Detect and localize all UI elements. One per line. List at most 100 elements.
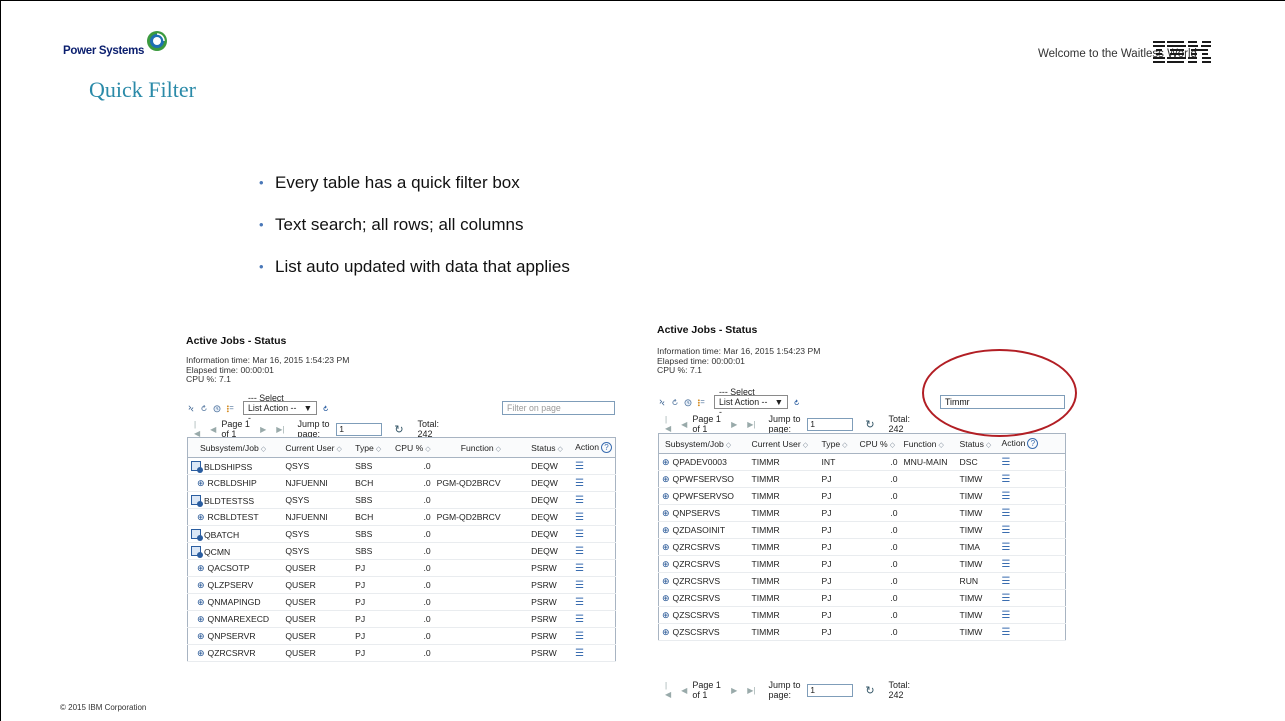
list-action-select[interactable]: --- Select List Action --- ▼ (243, 393, 318, 423)
table-row[interactable]: ⊕ QZDASOINIT TIMMR PJ .0 TIMW ☰ (658, 521, 1066, 539)
table-row[interactable]: ⊕ QNPSERVR QUSER PJ .0 PSRW ☰ (187, 627, 616, 645)
column-header-job[interactable]: Subsystem/Job ◇ (658, 433, 749, 454)
go-page-icon[interactable]: ↻ (865, 684, 874, 697)
column-header-user[interactable]: Current User ◇ (748, 433, 819, 454)
action-menu-icon[interactable]: ☰ (1002, 508, 1011, 519)
column-header-status[interactable]: Status ◇ (528, 437, 573, 458)
cell-job[interactable]: ⊕ QPWFSERVSO (658, 470, 749, 488)
cell-job[interactable]: ⊕ QZRCSRVR (187, 644, 283, 662)
cell-job[interactable]: ⊕ QNMAREXECD (187, 610, 283, 628)
action-menu-icon[interactable]: ☰ (1002, 610, 1011, 621)
cell-job[interactable]: BLDSHIPSS (187, 457, 283, 475)
cell-job[interactable]: ⊕ QZSCSRVS (658, 606, 749, 624)
prev-page-icon[interactable]: ◀ (681, 420, 687, 429)
timer-icon[interactable] (684, 396, 692, 409)
cell-action[interactable]: ☰ (998, 521, 1066, 539)
table-row[interactable]: BLDSHIPSS QSYS SBS .0 DEQW ☰ (187, 457, 616, 475)
action-menu-icon[interactable]: ☰ (1002, 542, 1011, 553)
jump-to-page-input[interactable]: 1 (336, 422, 383, 436)
action-menu-icon[interactable]: ☰ (1002, 576, 1011, 587)
cell-action[interactable]: ☰ (998, 555, 1066, 573)
table-row[interactable]: ⊕ QZRCSRVS TIMMR PJ .0 TIMA ☰ (658, 538, 1066, 556)
cell-job[interactable]: ⊕ RCBLDTEST (187, 508, 283, 526)
action-menu-icon[interactable]: ☰ (575, 597, 584, 608)
cell-job[interactable]: ⊕ QPWFSERVSO (658, 487, 749, 505)
column-header-function[interactable]: Function ◇ (433, 437, 529, 458)
table-row[interactable]: ⊕ QNMAREXECD QUSER PJ .0 PSRW ☰ (187, 610, 616, 628)
help-icon[interactable]: ? (1027, 438, 1039, 449)
table-row[interactable]: ⊕ QZRCSRVR QUSER PJ .0 PSRW ☰ (187, 644, 616, 662)
next-page-icon[interactable]: ▶ (731, 420, 737, 429)
last-page-icon[interactable]: ▶| (747, 686, 755, 695)
cell-job[interactable]: ⊕ QLZPSERV (187, 576, 283, 594)
table-row[interactable]: ⊕ QZRCSRVS TIMMR PJ .0 TIMW ☰ (658, 555, 1066, 573)
cell-job[interactable]: ⊕ QZSCSRVS (658, 623, 749, 641)
action-menu-icon[interactable]: ☰ (575, 614, 584, 625)
cell-job[interactable]: ⊕ QACSOTP (187, 559, 283, 577)
cell-action[interactable]: ☰ (998, 589, 1066, 607)
columns-config-icon[interactable] (226, 402, 234, 415)
cell-action[interactable]: ☰ (572, 525, 616, 543)
last-page-icon[interactable]: ▶| (276, 425, 284, 434)
table-row[interactable]: ⊕ QNMAPINGD QUSER PJ .0 PSRW ☰ (187, 593, 616, 611)
help-icon[interactable]: ? (601, 442, 612, 453)
cell-action[interactable]: ☰ (572, 610, 616, 628)
column-header-user[interactable]: Current User ◇ (282, 437, 353, 458)
action-menu-icon[interactable]: ☰ (575, 461, 584, 472)
action-menu-icon[interactable]: ☰ (575, 563, 584, 574)
cell-job[interactable]: ⊕ QNMAPINGD (187, 593, 283, 611)
first-page-icon[interactable]: |◀ (194, 420, 200, 438)
go-refresh-icon[interactable] (322, 402, 330, 415)
action-menu-icon[interactable]: ☰ (1002, 474, 1011, 485)
cell-action[interactable]: ☰ (998, 606, 1066, 624)
cell-action[interactable]: ☰ (998, 470, 1066, 488)
last-page-icon[interactable]: ▶| (747, 420, 755, 429)
action-menu-icon[interactable]: ☰ (1002, 559, 1011, 570)
action-menu-icon[interactable]: ☰ (1002, 593, 1011, 604)
next-page-icon[interactable]: ▶ (731, 686, 737, 695)
action-menu-icon[interactable]: ☰ (575, 529, 584, 540)
action-menu-icon[interactable]: ☰ (1002, 491, 1011, 502)
cell-action[interactable]: ☰ (998, 504, 1066, 522)
action-menu-icon[interactable]: ☰ (575, 546, 584, 557)
cell-job[interactable]: ⊕ QZRCSRVS (658, 538, 749, 556)
cell-action[interactable]: ☰ (998, 572, 1066, 590)
column-header-job[interactable]: Subsystem/Job ◇ (187, 437, 283, 458)
sort-order-icon[interactable] (187, 402, 195, 415)
cell-action[interactable]: ☰ (572, 542, 616, 560)
table-row[interactable]: QCMN QSYS SBS .0 DEQW ☰ (187, 542, 616, 560)
cell-job[interactable]: ⊕ QZRCSRVS (658, 572, 749, 590)
refresh-icon[interactable] (200, 402, 208, 415)
prev-page-icon[interactable]: ◀ (681, 686, 687, 695)
column-header-cpu[interactable]: CPU % ◇ (856, 433, 901, 454)
table-row[interactable]: ⊕ QLZPSERV QUSER PJ .0 PSRW ☰ (187, 576, 616, 594)
action-menu-icon[interactable]: ☰ (1002, 457, 1011, 468)
action-menu-icon[interactable]: ☰ (575, 512, 584, 523)
cell-job[interactable]: ⊕ QZRCSRVS (658, 555, 749, 573)
column-header-cpu[interactable]: CPU % ◇ (392, 437, 434, 458)
action-menu-icon[interactable]: ☰ (575, 648, 584, 659)
action-menu-icon[interactable]: ☰ (575, 495, 584, 506)
table-row[interactable]: ⊕ QZRCSRVS TIMMR PJ .0 RUN ☰ (658, 572, 1066, 590)
jump-to-page-input[interactable]: 1 (807, 417, 854, 431)
cell-action[interactable]: ☰ (572, 593, 616, 611)
table-row[interactable]: QBATCH QSYS SBS .0 DEQW ☰ (187, 525, 616, 543)
table-row[interactable]: ⊕ QZSCSRVS TIMMR PJ .0 TIMW ☰ (658, 606, 1066, 624)
cell-job[interactable]: ⊕ QPADEV0003 (658, 453, 749, 471)
jump-to-page-input[interactable]: 1 (807, 683, 854, 697)
column-header-type[interactable]: Type ◇ (818, 433, 857, 454)
cell-action[interactable]: ☰ (572, 474, 616, 492)
cell-action[interactable]: ☰ (998, 453, 1066, 471)
action-menu-icon[interactable]: ☰ (575, 478, 584, 489)
prev-page-icon[interactable]: ◀ (210, 425, 216, 434)
cell-action[interactable]: ☰ (998, 538, 1066, 556)
cell-action[interactable]: ☰ (998, 623, 1066, 641)
column-header-type[interactable]: Type ◇ (352, 437, 393, 458)
timer-icon[interactable] (213, 402, 221, 415)
action-menu-icon[interactable]: ☰ (1002, 525, 1011, 536)
cell-action[interactable]: ☰ (572, 559, 616, 577)
cell-action[interactable]: ☰ (572, 508, 616, 526)
action-menu-icon[interactable]: ☰ (575, 631, 584, 642)
cell-job[interactable]: ⊕ QZDASOINIT (658, 521, 749, 539)
table-row[interactable]: ⊕ QZSCSRVS TIMMR PJ .0 TIMW ☰ (658, 623, 1066, 641)
